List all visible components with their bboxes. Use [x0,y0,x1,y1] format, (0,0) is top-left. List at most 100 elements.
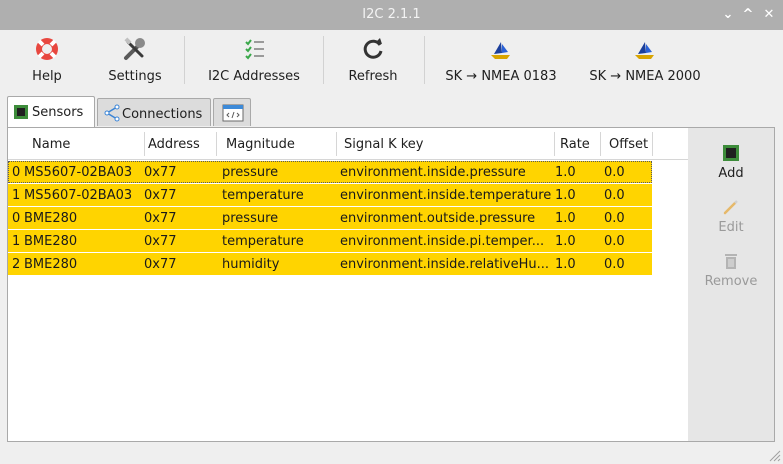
cell-name: MS5607-02BA03 [24,165,133,180]
remove-button[interactable]: Remove [688,244,774,300]
row-index: 0 [12,165,21,180]
cell-signalk-key: environment.inside.pressure [340,165,526,180]
toolbar: Help Settings I2C Addresses Refresh SK →… [0,30,783,90]
sk-nmea2000-button[interactable]: SK → NMEA 2000 [588,32,702,88]
tools-icon [124,37,145,60]
toolbar-separator [424,36,425,84]
side-toolbar: Add Edit Remove [688,128,774,441]
add-button[interactable]: Add [688,136,774,192]
window-title: I2C 2.1.1 [362,7,421,22]
tab-connections-label: Connections [122,107,203,122]
table-row[interactable]: 0 BME280 0x77 pressure environment.outsi… [8,207,652,229]
table-row[interactable]: 0 MS5607-02BA03 0x77 pressure environmen… [8,161,652,183]
add-label: Add [718,166,744,181]
table-row[interactable]: 1 MS5607-02BA03 0x77 temperature environ… [8,184,652,206]
row-index: 2 [12,257,21,272]
resize-grip-icon[interactable] [767,448,781,462]
cell-magnitude: pressure [222,165,279,180]
i2c-addresses-button[interactable]: I2C Addresses [200,32,308,88]
column-header-rate[interactable]: Rate [560,137,590,152]
cell-rate: 1.0 [555,188,576,203]
column-header-magnitude[interactable]: Magnitude [226,137,295,152]
cell-offset: 0.0 [604,234,625,249]
cell-name: MS5607-02BA03 [24,188,133,203]
row-index: 1 [12,188,21,203]
signalk-icon [635,42,654,59]
cell-offset: 0.0 [604,211,625,226]
table-row[interactable]: 2 BME280 0x77 humidity environment.insid… [8,253,652,275]
cell-rate: 1.0 [555,165,576,180]
header-divider [216,132,217,156]
cell-offset: 0.0 [604,165,625,180]
settings-label: Settings [108,69,162,84]
table-row[interactable]: 1 BME280 0x77 temperature environment.in… [8,230,652,252]
code-window-icon [222,104,244,122]
cell-rate: 1.0 [555,257,576,272]
cell-magnitude: humidity [222,257,280,272]
cell-name: BME280 [24,211,78,226]
cell-signalk-key: environment.outside.pressure [340,211,536,226]
cell-offset: 0.0 [604,188,625,203]
refresh-button[interactable]: Refresh [340,32,406,88]
cell-address: 0x77 [144,211,177,226]
cell-magnitude: temperature [222,188,304,203]
header-divider [652,132,653,156]
lifebuoy-icon [36,38,58,60]
tab-sensors-label: Sensors [32,105,84,120]
cell-offset: 0.0 [604,257,625,272]
toolbar-separator [323,36,324,84]
cell-address: 0x77 [144,188,177,203]
cell-name: BME280 [24,234,78,249]
cell-address: 0x77 [144,257,177,272]
cell-address: 0x77 [144,165,177,180]
edit-label: Edit [718,220,744,235]
share-icon [104,104,120,122]
pencil-icon [723,200,738,215]
tab-code[interactable] [213,98,251,126]
cell-signalk-key: environment.inside.pi.temper... [340,234,545,249]
refresh-label: Refresh [348,69,398,84]
column-header-offset[interactable]: Offset [609,137,648,152]
tab-sensors[interactable]: Sensors [7,96,95,127]
tab-connections[interactable]: Connections [97,98,211,126]
header-divider [144,132,145,156]
sensors-pane: Name Address Magnitude Signal K key Rate… [7,127,775,442]
sk-nmea0183-button[interactable]: SK → NMEA 0183 [444,32,558,88]
minimize-button[interactable]: ⌄ [719,6,737,24]
cell-magnitude: temperature [222,234,304,249]
signalk-icon [491,42,510,59]
row-index: 1 [12,234,21,249]
edit-button[interactable]: Edit [688,190,774,246]
column-header-name[interactable]: Name [32,137,70,152]
cell-name: BME280 [24,257,78,272]
chip-icon [14,105,28,119]
help-button[interactable]: Help [22,32,72,88]
sensors-table: Name Address Magnitude Signal K key Rate… [8,128,688,441]
refresh-icon [363,38,383,59]
cell-address: 0x77 [144,234,177,249]
column-header-address[interactable]: Address [148,137,200,152]
cell-rate: 1.0 [555,234,576,249]
cell-rate: 1.0 [555,211,576,226]
header-divider [336,132,337,156]
row-index: 0 [12,211,21,226]
close-button[interactable]: ✕ [760,6,778,24]
column-header-signalk-key[interactable]: Signal K key [344,137,423,152]
chip-icon [723,145,739,161]
settings-button[interactable]: Settings [100,32,170,88]
sk-nmea2000-label: SK → NMEA 2000 [589,69,701,84]
table-header: Name Address Magnitude Signal K key Rate… [8,128,688,160]
title-bar: I2C 2.1.1 ⌄ ^ ✕ [0,0,783,30]
cell-signalk-key: environment.inside.temperature [340,188,552,203]
checklist-icon [245,39,264,60]
header-divider [600,132,601,156]
maximize-button[interactable]: ^ [739,6,757,24]
header-divider [554,132,555,156]
help-label: Help [32,69,62,84]
cell-magnitude: pressure [222,211,279,226]
i2c-addresses-label: I2C Addresses [208,69,300,84]
cell-signalk-key: environment.inside.relativeHu... [340,257,549,272]
sk-nmea0183-label: SK → NMEA 0183 [445,69,557,84]
toolbar-separator [184,36,185,84]
remove-label: Remove [704,274,758,289]
